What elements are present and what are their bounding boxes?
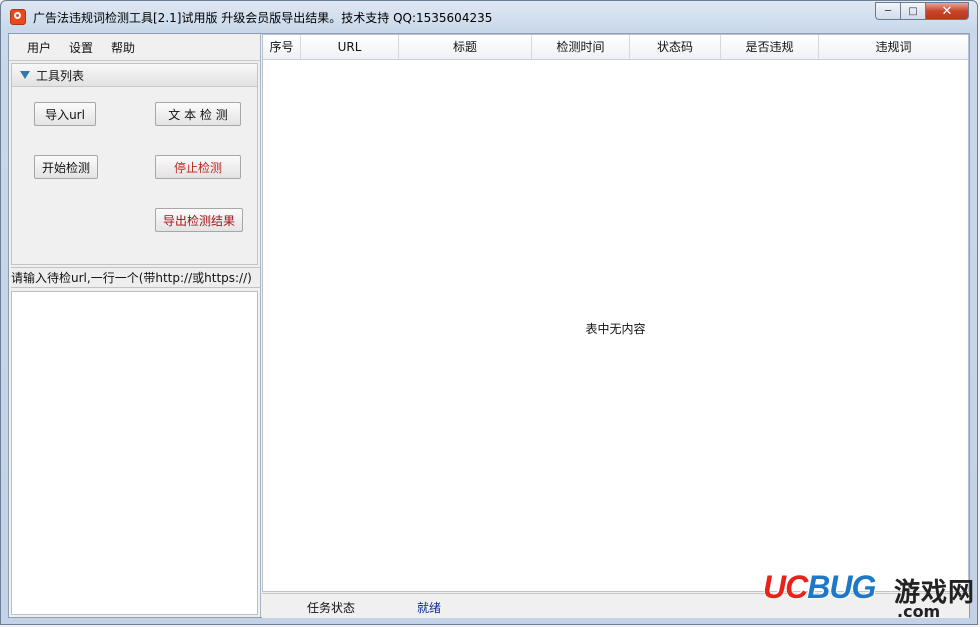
app-logo-icon bbox=[10, 9, 26, 25]
client-area: 用户 设置 帮助 工具列表 导入url 文 本 检 测 开始检测 停止检测 导出… bbox=[8, 33, 970, 618]
watermark-domain: .com bbox=[897, 602, 941, 621]
tool-list-panel: 工具列表 导入url 文 本 检 测 开始检测 停止检测 导出检测结果 bbox=[11, 63, 258, 265]
stop-check-button[interactable]: 停止检测 bbox=[155, 155, 241, 179]
column-header-status-code[interactable]: 状态码 bbox=[630, 35, 721, 59]
column-header-check-time[interactable]: 检测时间 bbox=[532, 35, 630, 59]
watermark-logo-red: UC bbox=[763, 569, 808, 605]
window-title: 广告法违规词检测工具[2.1]试用版 升级会员版导出结果。技术支持 QQ:153… bbox=[33, 11, 493, 25]
window-controls: ─ □ ✕ bbox=[875, 2, 969, 20]
watermark-logo: UCBUG bbox=[763, 569, 876, 606]
left-panel: 用户 设置 帮助 工具列表 导入url 文 本 检 测 开始检测 停止检测 导出… bbox=[9, 34, 261, 617]
maximize-button[interactable]: □ bbox=[900, 2, 926, 20]
table-header: 序号 URL 标题 检测时间 状态码 是否违规 违规词 bbox=[263, 35, 968, 60]
results-table: 序号 URL 标题 检测时间 状态码 是否违规 违规词 表中无内容 bbox=[262, 34, 969, 592]
app-window: 广告法违规词检测工具[2.1]试用版 升级会员版导出结果。技术支持 QQ:153… bbox=[0, 0, 978, 625]
export-results-button[interactable]: 导出检测结果 bbox=[155, 208, 243, 232]
tool-list-header[interactable]: 工具列表 bbox=[12, 64, 257, 87]
site-watermark: UCBUG 游戏网 .com bbox=[763, 569, 975, 621]
column-header-title[interactable]: 标题 bbox=[399, 35, 532, 59]
close-button[interactable]: ✕ bbox=[925, 2, 969, 20]
column-header-index[interactable]: 序号 bbox=[263, 35, 301, 59]
tool-list-title: 工具列表 bbox=[36, 68, 85, 83]
title-bar[interactable]: 广告法违规词检测工具[2.1]试用版 升级会员版导出结果。技术支持 QQ:153… bbox=[1, 1, 977, 33]
url-input-textarea[interactable] bbox=[11, 291, 258, 615]
import-url-button[interactable]: 导入url bbox=[34, 102, 96, 126]
minimize-button[interactable]: ─ bbox=[875, 2, 901, 20]
table-empty-message: 表中无内容 bbox=[585, 322, 646, 336]
text-check-button[interactable]: 文 本 检 测 bbox=[155, 102, 241, 126]
collapse-triangle-icon[interactable] bbox=[20, 71, 30, 79]
menu-settings[interactable]: 设置 bbox=[69, 39, 93, 56]
url-input-label: 请输入待检url,一行一个(带http://或https://) bbox=[11, 267, 260, 288]
menu-help[interactable]: 帮助 bbox=[111, 39, 135, 56]
menu-bar: 用户 设置 帮助 bbox=[9, 34, 260, 61]
task-status-value: 就绪 bbox=[417, 601, 442, 615]
menu-user[interactable]: 用户 bbox=[27, 39, 51, 56]
start-check-button[interactable]: 开始检测 bbox=[34, 155, 98, 179]
task-status-label: 任务状态 bbox=[307, 601, 356, 615]
column-header-violation-words[interactable]: 违规词 bbox=[819, 35, 968, 59]
column-header-violation[interactable]: 是否违规 bbox=[721, 35, 819, 59]
watermark-logo-blue: BUG bbox=[807, 569, 876, 605]
column-header-url[interactable]: URL bbox=[301, 35, 399, 59]
